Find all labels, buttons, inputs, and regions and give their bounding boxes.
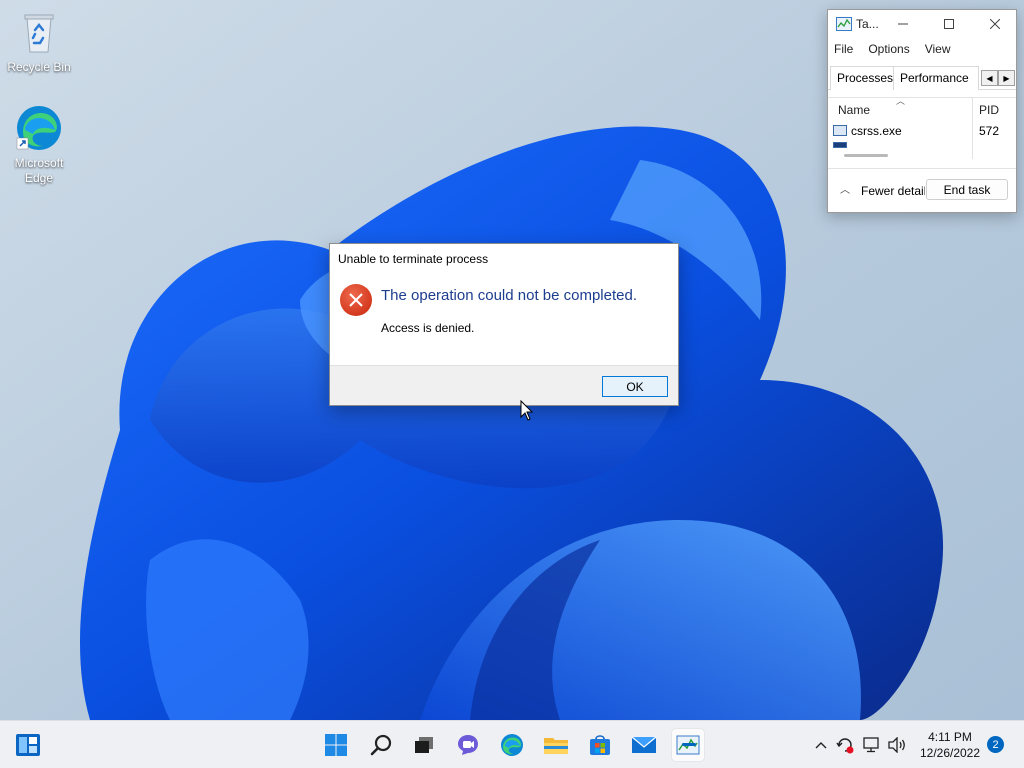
task-manager-tabs: Processes Performance ◀ ▶: [828, 66, 1016, 90]
notification-badge[interactable]: 2: [987, 736, 1004, 753]
file-explorer-icon: [544, 738, 568, 754]
show-hidden-icons-button[interactable]: [812, 721, 830, 768]
dialog-footer: OK: [330, 365, 678, 405]
desktop-icon-recycle-bin[interactable]: Recycle Bin: [1, 8, 77, 75]
table-row-partial: [833, 142, 847, 148]
process-name: csrss.exe: [851, 124, 902, 138]
task-manager-icon: [836, 17, 852, 31]
error-icon: [340, 284, 372, 316]
menu-view[interactable]: View: [925, 42, 951, 56]
start-icon: [325, 734, 347, 756]
horizontal-scrollbar[interactable]: [844, 154, 888, 157]
recycle-bin-icon: [15, 8, 63, 56]
chat-icon: [458, 735, 478, 755]
column-header-pid[interactable]: PID: [979, 98, 999, 122]
dialog-sub-message: Access is denied.: [381, 321, 475, 335]
task-manager-menubar: File Options View: [828, 38, 1016, 60]
edge-label: Microsoft Edge: [14, 156, 64, 185]
network-icon: [863, 737, 879, 753]
minimize-button[interactable]: [880, 10, 926, 38]
desktop-icon-edge[interactable]: Microsoft Edge: [1, 104, 77, 186]
clock-time: 4:11 PM: [928, 730, 972, 744]
task-view-button[interactable]: [408, 729, 440, 761]
file-explorer-button[interactable]: [540, 729, 572, 761]
mouse-cursor-icon: [520, 400, 534, 421]
tab-scroll-right-button[interactable]: ▶: [998, 70, 1015, 86]
taskbar: 4:11 PM 12/26/2022: [0, 720, 1024, 768]
task-manager-footer: ︿ Fewer detail End task: [828, 168, 1016, 212]
dialog-main-message: The operation could not be completed.: [381, 287, 638, 304]
menu-options[interactable]: Options: [868, 42, 909, 56]
edge-taskbar-button[interactable]: [496, 729, 528, 761]
mail-icon: [631, 736, 657, 753]
tab-scroll-left-button[interactable]: ◀: [981, 70, 998, 86]
table-row[interactable]: csrss.exe 572: [828, 122, 1016, 140]
dialog-title: Unable to terminate process: [338, 252, 489, 266]
fewer-details-link[interactable]: Fewer detail: [861, 184, 925, 198]
sort-chevron-icon: ︿: [896, 97, 906, 106]
volume-icon: [888, 737, 905, 753]
update-tray-button[interactable]: [834, 721, 856, 768]
mail-button[interactable]: [628, 729, 660, 761]
clock[interactable]: 4:11 PM 12/26/2022: [910, 729, 990, 761]
process-icon: [833, 125, 847, 136]
close-icon: [990, 19, 1000, 29]
search-button[interactable]: [365, 729, 397, 761]
close-button[interactable]: [972, 10, 1016, 38]
active-app-indicator: [682, 743, 696, 746]
tab-processes[interactable]: Processes: [830, 66, 901, 90]
maximize-icon: [944, 19, 954, 29]
edge-icon: [15, 104, 63, 152]
clock-date: 12/26/2022: [919, 746, 981, 760]
start-button[interactable]: [320, 729, 352, 761]
update-icon: [836, 738, 854, 754]
task-manager-titlebar[interactable]: Ta...: [828, 10, 1016, 38]
volume-tray-button[interactable]: [886, 721, 908, 768]
search-icon: [370, 734, 392, 756]
maximize-button[interactable]: [926, 10, 972, 38]
chat-button[interactable]: [452, 729, 484, 761]
task-manager-title: Ta...: [856, 17, 879, 31]
minimize-icon: [898, 23, 908, 25]
ok-button[interactable]: OK: [602, 376, 668, 397]
edge-icon: [501, 734, 523, 756]
widgets-icon: [16, 734, 40, 756]
process-pid: 572: [979, 124, 1000, 138]
task-view-icon: [415, 737, 433, 753]
tab-performance[interactable]: Performance: [893, 66, 979, 90]
column-header-name[interactable]: Name: [838, 98, 870, 122]
recycle-bin-label: Recycle Bin: [7, 60, 71, 74]
end-task-button[interactable]: End task: [926, 179, 1008, 200]
chevron-up-icon[interactable]: ︿: [840, 181, 850, 196]
chevron-up-icon: [815, 742, 827, 749]
process-list: ︿ Name PID csrss.exe 572: [828, 97, 1016, 159]
menu-file[interactable]: File: [834, 42, 853, 56]
task-manager-window[interactable]: Ta... File Options View Processes Perfor…: [827, 9, 1017, 213]
error-dialog[interactable]: Unable to terminate process The operatio…: [329, 243, 679, 406]
store-icon: [590, 735, 610, 755]
network-tray-button[interactable]: [860, 721, 882, 768]
store-button[interactable]: [584, 729, 616, 761]
widgets-button[interactable]: [12, 729, 44, 761]
